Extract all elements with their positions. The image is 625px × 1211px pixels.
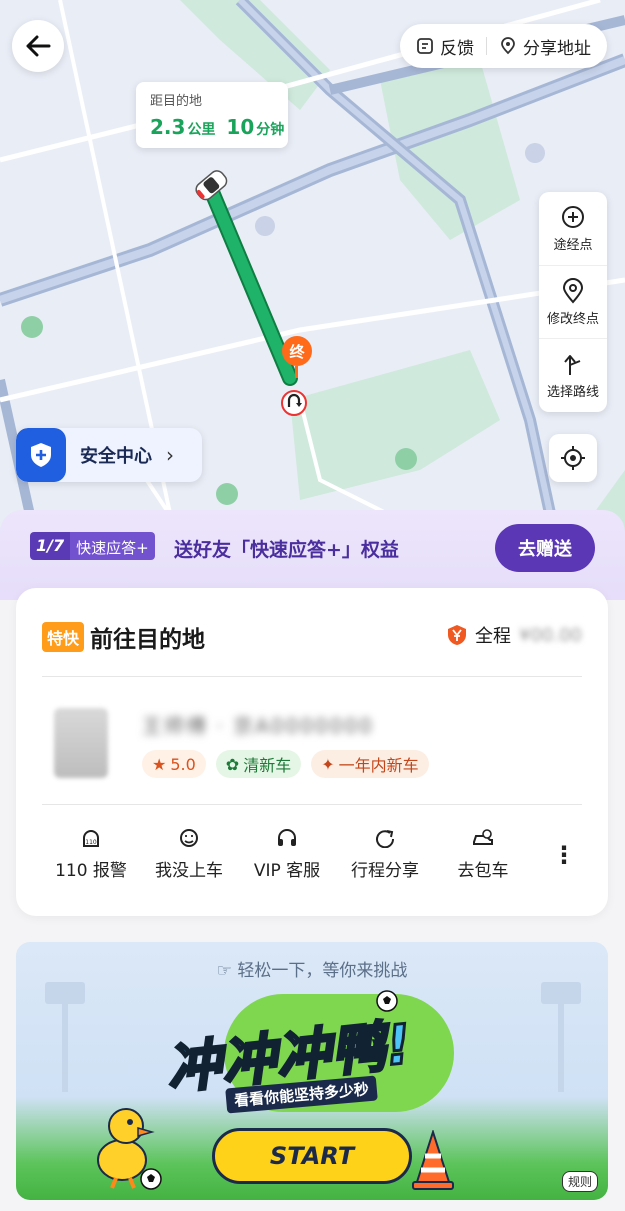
feedback-label: 反馈 [440, 38, 474, 59]
not-boarded-label: 我没上车 [155, 861, 223, 881]
clean-car-chip: ✿ 清新车 [215, 750, 302, 778]
not-boarded-icon [180, 829, 198, 847]
not-boarded-button[interactable]: 我没上车 [140, 828, 238, 881]
clean-car-label: 清新车 [243, 756, 292, 775]
traffic-cone-icon [412, 1130, 454, 1190]
map-view[interactable]: 终 反馈 分享地址 距目的地 2.3 公里 10 分钟 途经点 修改终点 选择路… [0, 0, 625, 560]
charter-car-label: 去包车 [457, 861, 509, 881]
add-waypoint-label: 途经点 [553, 237, 593, 253]
trip-actions: 110 110 报警 我没上车 VIP 客服 行程分享 去包车 ⋮ [42, 828, 588, 881]
vip-service-button[interactable]: VIP 客服 [238, 828, 336, 881]
driver-name-plate: 王师傅 · 京A0000000 [142, 714, 374, 738]
new-car-label: 一年内新车 [338, 756, 419, 775]
trip-card: 特快 前往目的地 全程 ¥00.00 王师傅 · 京A0000000 ★ 5.0… [16, 588, 608, 916]
divider [42, 676, 582, 677]
eta-values: 2.3 公里 10 分钟 [150, 115, 284, 139]
duck-mascot-icon [97, 1108, 155, 1189]
rating-chip: ★ 5.0 [142, 750, 206, 778]
game-hint: ☞ 轻松一下，等你来挑战 [16, 956, 608, 981]
fare-value: ¥00.00 [519, 624, 582, 646]
location-pin-icon [562, 277, 584, 304]
flower-icon: ✿ [225, 754, 240, 774]
car-marker-icon [195, 170, 228, 201]
charter-car-icon [473, 829, 493, 845]
share-address-button[interactable]: 分享地址 [499, 34, 591, 59]
fast-response-tag-number: 1/7 [30, 532, 71, 560]
yuan-shield-icon [448, 625, 467, 645]
start-game-button[interactable]: START [212, 1128, 412, 1184]
share-trip-icon [376, 830, 395, 848]
add-waypoint-icon [562, 205, 584, 228]
rules-button[interactable]: 规则 [561, 1171, 598, 1192]
charter-car-button[interactable]: 去包车 [434, 828, 532, 881]
game-banner[interactable]: ☞ 轻松一下，等你来挑战 冲冲冲鸭! 看看你能坚持多少秒 START 规则 [16, 942, 608, 1200]
share-trip-label: 行程分享 [351, 861, 419, 881]
trip-title: 前往目的地 [90, 627, 206, 653]
chevron-right-icon: › [166, 443, 174, 467]
gift-button[interactable]: 去赠送 [495, 524, 595, 572]
fast-response-tag: 1/7 快速应答+ [30, 532, 155, 560]
eta-label: 距目的地 [150, 94, 203, 109]
alarm-110-icon: 110 [83, 830, 99, 847]
edit-destination-button[interactable]: 修改终点 [539, 266, 607, 340]
fare-info[interactable]: 全程 ¥00.00 [447, 622, 582, 648]
police-110-button[interactable]: 110 110 报警 [42, 828, 140, 881]
crosshair-icon [561, 446, 585, 470]
service-badge: 特快 [42, 622, 85, 652]
select-route-label: 选择路线 [546, 385, 599, 401]
headset-icon [278, 829, 296, 846]
shield-icon [16, 428, 66, 482]
map-tool-panel: 途经点 修改终点 选择路线 [539, 192, 607, 412]
time-unit: 分钟 [256, 122, 285, 138]
driver-tags: ★ 5.0 ✿ 清新车 ✦ 一年内新车 [142, 750, 429, 778]
arrow-left-icon [26, 35, 51, 57]
add-waypoint-button[interactable]: 途经点 [539, 192, 607, 266]
vip-service-label: VIP 客服 [253, 861, 321, 881]
eta-card: 距目的地 2.3 公里 10 分钟 [136, 82, 288, 148]
stadium-light-icon [541, 982, 581, 1092]
trip-header: 特快 前往目的地 [42, 620, 205, 654]
star-icon: ★ [152, 754, 167, 774]
stadium-light-icon [45, 982, 85, 1092]
soccer-ball-icon [376, 990, 398, 1012]
police-110-label: 110 报警 [55, 861, 127, 881]
distance-unit: 公里 [187, 122, 216, 138]
safety-center-label: 安全中心 [80, 446, 152, 467]
share-location-icon [501, 37, 515, 55]
select-route-button[interactable]: 选择路线 [539, 339, 607, 412]
route-select-icon [564, 355, 581, 376]
rating-value: 5.0 [170, 754, 196, 774]
u-turn-icon [281, 390, 307, 416]
sparkle-icon: ✦ [321, 754, 335, 774]
back-button[interactable] [12, 20, 64, 72]
driver-avatar [54, 708, 108, 778]
share-address-label: 分享地址 [523, 38, 591, 59]
feedback-button[interactable]: 反馈 [416, 34, 474, 59]
pill-divider [486, 37, 487, 55]
game-hint-text: 轻松一下，等你来挑战 [237, 961, 408, 981]
destination-pin-stem [295, 366, 298, 378]
edit-destination-label: 修改终点 [546, 311, 599, 327]
hand-icon: ☞ [216, 961, 232, 981]
feedback-icon [417, 38, 433, 54]
fast-response-tag-text: 快速应答+ [70, 532, 155, 560]
new-car-chip: ✦ 一年内新车 [311, 750, 429, 778]
divider [42, 804, 582, 805]
top-actions-pill: 反馈 分享地址 [400, 24, 607, 68]
more-options-icon[interactable]: ⋮ [552, 841, 576, 869]
destination-marker: 终 [282, 336, 312, 366]
distance-value: 2.3 [150, 115, 186, 139]
promo-slogan: 送好友「快速应答+」权益 [174, 539, 399, 561]
locate-me-button[interactable] [549, 434, 597, 482]
fare-label: 全程 [475, 626, 512, 647]
svg-text:110: 110 [85, 839, 97, 846]
time-value: 10 [226, 115, 255, 139]
safety-center-button[interactable]: 安全中心 › [16, 428, 202, 482]
promo-strip: 1/7 快速应答+ 送好友「快速应答+」权益 去赠送 [0, 510, 625, 600]
share-trip-button[interactable]: 行程分享 [336, 828, 434, 881]
